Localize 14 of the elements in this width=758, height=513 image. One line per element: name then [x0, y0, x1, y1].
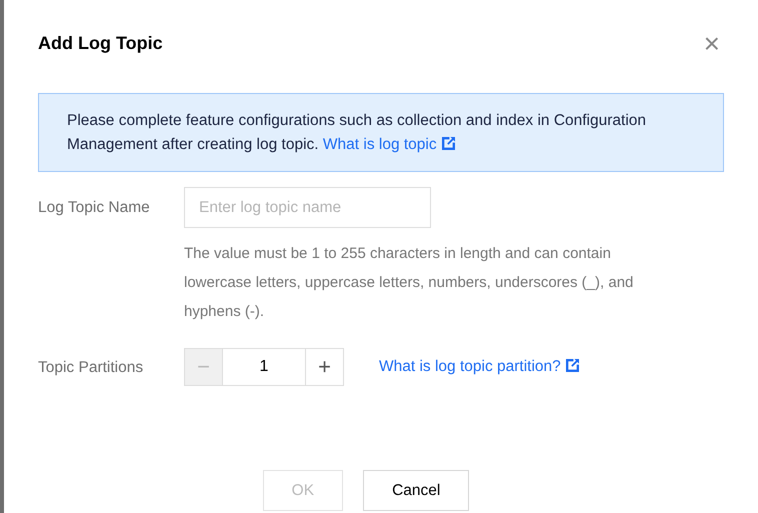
help-link[interactable]: What is log topic partition?	[379, 355, 579, 379]
external-link-icon	[442, 137, 455, 150]
input-field[interactable]: Enter log topic name	[184, 187, 431, 228]
help-text: The value must be 1 to 255 characters in length and can contain lowercase letters, uppercase letters, numbers, underscores (_), and hyphens (-).	[184, 244, 634, 322]
info-message: Please complete feature configurations such as collection and index in Configuration Management after creating log topic. What is log topic	[38, 93, 724, 172]
field-label: Log Topic Name	[38, 198, 151, 218]
dialog-title: Add Log Topic	[38, 33, 163, 55]
external-link-icon	[566, 359, 579, 372]
close-button[interactable]: ×	[700, 30, 724, 58]
help-link[interactable]: What is log topic	[322, 136, 455, 153]
field-label: Topic Partitions	[38, 358, 144, 378]
increment-button[interactable]: +	[305, 348, 344, 386]
number-field[interactable]: 1	[223, 348, 305, 386]
cancel-button[interactable]: Cancel	[363, 470, 470, 511]
